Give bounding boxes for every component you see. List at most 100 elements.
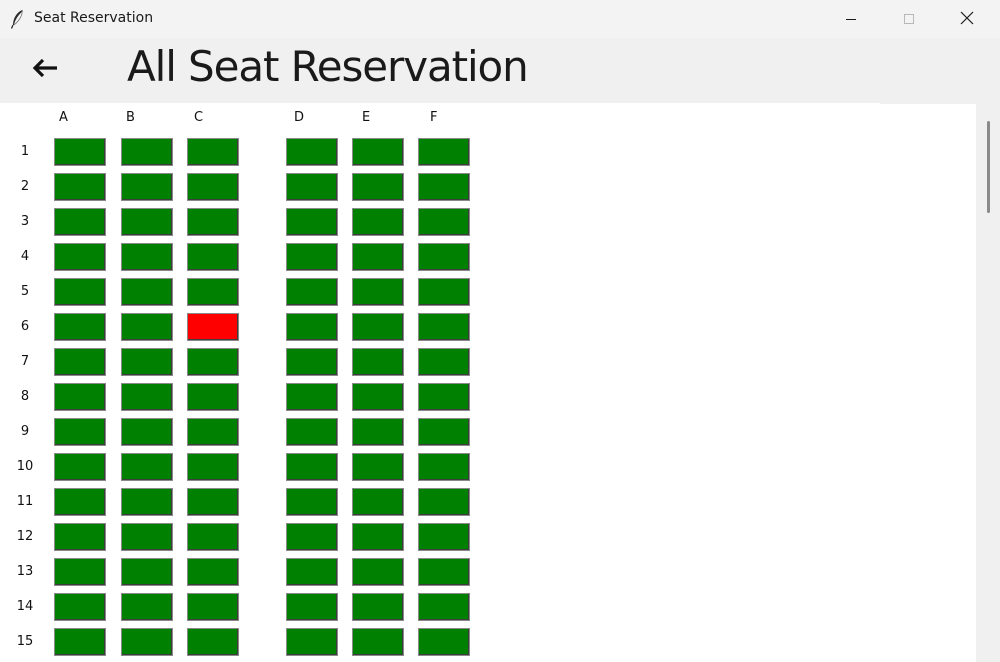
seat-5a-available[interactable]	[54, 278, 106, 306]
seat-15e-available[interactable]	[352, 628, 404, 656]
seat-1b-available[interactable]	[121, 138, 173, 166]
seat-13a-available[interactable]	[54, 558, 106, 586]
seat-14f-available[interactable]	[418, 593, 470, 621]
minimize-button[interactable]	[822, 0, 880, 38]
scrollbar-thumb[interactable]	[987, 121, 990, 213]
seat-9c-available[interactable]	[187, 418, 239, 446]
seat-11b-available[interactable]	[121, 488, 173, 516]
seat-6d-available[interactable]	[286, 313, 338, 341]
seat-9e-available[interactable]	[352, 418, 404, 446]
seat-3e-available[interactable]	[352, 208, 404, 236]
seat-4f-available[interactable]	[418, 243, 470, 271]
seat-9d-available[interactable]	[286, 418, 338, 446]
seat-2b-available[interactable]	[121, 173, 173, 201]
seat-10c-available[interactable]	[187, 453, 239, 481]
seat-4d-available[interactable]	[286, 243, 338, 271]
seat-8a-available[interactable]	[54, 383, 106, 411]
seat-13f-available[interactable]	[418, 558, 470, 586]
seat-15d-available[interactable]	[286, 628, 338, 656]
close-button[interactable]	[938, 0, 996, 38]
seat-10a-available[interactable]	[54, 453, 106, 481]
seat-5c-available[interactable]	[187, 278, 239, 306]
seat-8d-available[interactable]	[286, 383, 338, 411]
seat-14c-available[interactable]	[187, 593, 239, 621]
seat-7c-available[interactable]	[187, 348, 239, 376]
seat-14a-available[interactable]	[54, 593, 106, 621]
seat-8e-available[interactable]	[352, 383, 404, 411]
seat-12b-available[interactable]	[121, 523, 173, 551]
seat-8b-available[interactable]	[121, 383, 173, 411]
seat-14d-available[interactable]	[286, 593, 338, 621]
seat-8f-available[interactable]	[418, 383, 470, 411]
seat-2f-available[interactable]	[418, 173, 470, 201]
seat-13b-available[interactable]	[121, 558, 173, 586]
seat-5f-available[interactable]	[418, 278, 470, 306]
seat-15c-available[interactable]	[187, 628, 239, 656]
seat-10d-available[interactable]	[286, 453, 338, 481]
seat-12d-available[interactable]	[286, 523, 338, 551]
seat-6e-available[interactable]	[352, 313, 404, 341]
seat-1f-available[interactable]	[418, 138, 470, 166]
seat-1c-available[interactable]	[187, 138, 239, 166]
seat-9a-available[interactable]	[54, 418, 106, 446]
seat-7a-available[interactable]	[54, 348, 106, 376]
seat-5b-available[interactable]	[121, 278, 173, 306]
seat-6b-available[interactable]	[121, 313, 173, 341]
seat-2a-available[interactable]	[54, 173, 106, 201]
seat-6f-available[interactable]	[418, 313, 470, 341]
seat-7b-available[interactable]	[121, 348, 173, 376]
seat-13d-available[interactable]	[286, 558, 338, 586]
seat-3a-available[interactable]	[54, 208, 106, 236]
row-label-13: 13	[16, 564, 34, 579]
seat-11d-available[interactable]	[286, 488, 338, 516]
seat-11e-available[interactable]	[352, 488, 404, 516]
seat-4b-available[interactable]	[121, 243, 173, 271]
seat-12f-available[interactable]	[418, 523, 470, 551]
seat-3d-available[interactable]	[286, 208, 338, 236]
seat-11a-available[interactable]	[54, 488, 106, 516]
seat-11c-available[interactable]	[187, 488, 239, 516]
seat-2d-available[interactable]	[286, 173, 338, 201]
seat-7f-available[interactable]	[418, 348, 470, 376]
seat-15a-available[interactable]	[54, 628, 106, 656]
seat-9b-available[interactable]	[121, 418, 173, 446]
maximize-button[interactable]	[880, 0, 938, 38]
seat-15b-available[interactable]	[121, 628, 173, 656]
seat-5e-available[interactable]	[352, 278, 404, 306]
seat-12c-available[interactable]	[187, 523, 239, 551]
seat-12a-available[interactable]	[54, 523, 106, 551]
seat-4e-available[interactable]	[352, 243, 404, 271]
seat-10f-available[interactable]	[418, 453, 470, 481]
seat-1a-available[interactable]	[54, 138, 106, 166]
seat-9f-available[interactable]	[418, 418, 470, 446]
seat-2c-available[interactable]	[187, 173, 239, 201]
seat-1d-available[interactable]	[286, 138, 338, 166]
row-label-10: 10	[16, 459, 34, 474]
title-bar[interactable]: Seat Reservation	[0, 0, 1000, 38]
seat-4a-available[interactable]	[54, 243, 106, 271]
seat-11f-available[interactable]	[418, 488, 470, 516]
seat-3f-available[interactable]	[418, 208, 470, 236]
seat-10e-available[interactable]	[352, 453, 404, 481]
seat-13c-available[interactable]	[187, 558, 239, 586]
seat-5d-available[interactable]	[286, 278, 338, 306]
seat-7e-available[interactable]	[352, 348, 404, 376]
seat-15f-available[interactable]	[418, 628, 470, 656]
seat-10b-available[interactable]	[121, 453, 173, 481]
seat-3b-available[interactable]	[121, 208, 173, 236]
seat-13e-available[interactable]	[352, 558, 404, 586]
column-label-f: F	[430, 110, 438, 125]
seat-6a-available[interactable]	[54, 313, 106, 341]
seat-8c-available[interactable]	[187, 383, 239, 411]
seat-14e-available[interactable]	[352, 593, 404, 621]
seat-7d-available[interactable]	[286, 348, 338, 376]
seat-6c-reserved[interactable]	[187, 313, 239, 341]
seat-3c-available[interactable]	[187, 208, 239, 236]
seat-2e-available[interactable]	[352, 173, 404, 201]
seat-14b-available[interactable]	[121, 593, 173, 621]
seat-1e-available[interactable]	[352, 138, 404, 166]
seat-4c-available[interactable]	[187, 243, 239, 271]
vertical-scrollbar[interactable]	[976, 103, 1000, 662]
back-button[interactable]	[28, 52, 64, 88]
seat-12e-available[interactable]	[352, 523, 404, 551]
